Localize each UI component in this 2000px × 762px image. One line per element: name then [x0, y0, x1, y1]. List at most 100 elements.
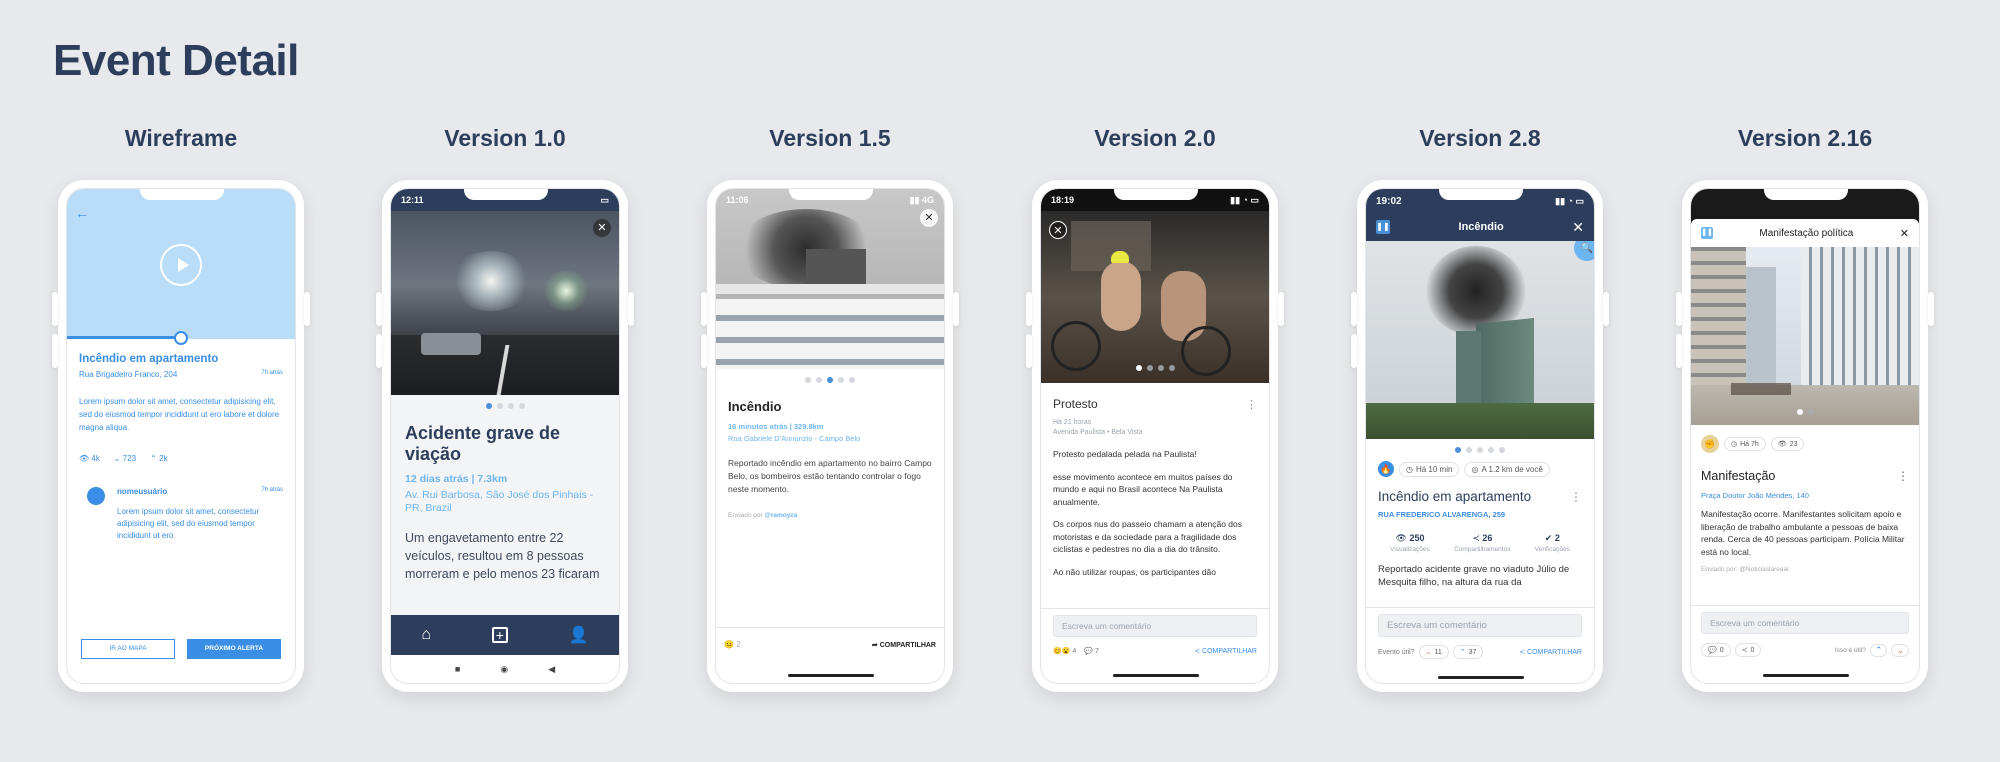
event-description: Lorem ipsum dolor sit amet, consectetur … — [79, 397, 280, 432]
phone-frame: ← Incêndio em apartamento Rua Brigadeiro… — [52, 180, 310, 692]
share-button[interactable]: ➦ COMPARTILHAR — [872, 641, 936, 649]
eye-icon: 👁 — [1395, 533, 1407, 543]
status-time: 12:11 — [401, 195, 424, 205]
event-address: Rua Gabriele D'Annunzio - Campo Belo — [728, 434, 861, 443]
more-vertical-icon[interactable]: ⋮ — [1897, 469, 1909, 483]
event-photo: ✕ — [1041, 211, 1269, 383]
time-badge: ◷ Há 10 min — [1399, 461, 1460, 477]
arrow-left-icon[interactable]: ← — [75, 205, 89, 221]
add-icon[interactable]: + — [491, 627, 508, 643]
reactions[interactable]: 😊😮 4 — [1053, 647, 1076, 655]
event-title: Incêndio — [728, 399, 782, 414]
column-version-1-5: Version 1.5 11:06 ▮▮ 4G ✕ Incêndio 16 min… — [701, 118, 959, 692]
signal-icon: ▮▮ 4G — [909, 194, 934, 205]
share-button[interactable]: ≺ COMPARTILHAR — [1194, 647, 1257, 655]
event-title: Acidente grave de viação — [405, 423, 561, 464]
recent-apps-icon[interactable]: ■ — [455, 664, 460, 674]
pause-icon[interactable]: ❚❚ — [1376, 220, 1390, 234]
views-badge: 👁 23 — [1770, 437, 1805, 451]
close-icon[interactable]: ✕ — [1900, 227, 1909, 240]
fire-icon: 🔥 — [1378, 461, 1394, 477]
column-title: Version 2.8 — [1419, 125, 1541, 151]
comment-input[interactable]: Escreva um comentário — [1378, 614, 1582, 637]
column-title: Version 2.0 — [1094, 125, 1216, 151]
close-icon[interactable]: ✕ — [1572, 219, 1584, 236]
event-photo: 🔍 — [1366, 241, 1594, 439]
sent-by: Enviado por: @Noticiaslareaal — [1701, 566, 1789, 573]
upvote-button[interactable]: ⌃ — [1869, 643, 1888, 657]
emoji-icon: 😊😮 — [1053, 648, 1071, 655]
comment-time: 7h atrás — [261, 487, 283, 493]
android-nav: ■ ◉ ◀ — [391, 655, 619, 683]
event-title: Manifestação — [1701, 469, 1776, 483]
clock-icon: ◷ — [1731, 441, 1738, 448]
close-icon[interactable]: ✕ — [920, 209, 938, 227]
close-icon[interactable]: ✕ — [1049, 221, 1067, 239]
zoom-icon[interactable]: 🔍 — [1574, 241, 1594, 261]
event-description: Protesto pedalada pelada na Paulista! es… — [1053, 449, 1242, 577]
play-icon[interactable] — [160, 244, 202, 286]
comment-icon: 💬 — [1084, 648, 1094, 655]
progress-handle[interactable] — [174, 331, 188, 345]
emoji-icon: 😐 — [724, 640, 734, 649]
more-vertical-icon[interactable]: ⋮ — [1570, 490, 1582, 504]
column-wireframe: Wireframe ← Incêndio em apartamento Rua … — [52, 118, 310, 692]
phone-frame: 19:02 ▮▮ ◔ ▭ ❚❚ Incêndio ✕ 🔍 🔥 ◷ Há 10 min — [1351, 180, 1609, 692]
comment-icon: 💬 — [1708, 647, 1717, 654]
column-title: Wireframe — [124, 125, 238, 151]
home-circle-icon[interactable]: ◉ — [500, 664, 508, 675]
comment-input[interactable]: Escreva um comentário — [1053, 615, 1257, 637]
more-vertical-icon[interactable]: ⋮ — [1246, 398, 1257, 411]
pause-icon[interactable]: ❚❚ — [1701, 227, 1713, 239]
chevron-down-icon: ⌄ — [1425, 649, 1432, 656]
upvote-button[interactable]: ⌃ 37 — [1452, 645, 1484, 659]
comment-input[interactable]: Escreva um comentário — [1701, 612, 1909, 634]
event-title: Protesto — [1053, 397, 1098, 411]
event-address: Rua Brigadeiro Franco, 204 — [79, 370, 178, 379]
back-triangle-icon[interactable]: ◀ — [548, 664, 555, 675]
wifi-icon: ▮▮ ◔ ▭ — [1555, 195, 1584, 206]
downvote-button[interactable]: ⌄ — [1891, 643, 1909, 657]
event-meta: 16 minutos atrás | 329.8km — [728, 422, 824, 431]
comments-button[interactable]: 💬 0 — [1701, 643, 1731, 657]
column-version-2-0: Version 2.0 18:19 ▮▮ ◔ ▭ ✕ Protesto ⋮ Há… — [1026, 118, 1284, 692]
event-description: Manifestação ocorre. Manifestantes solic… — [1701, 509, 1905, 557]
time-badge: ◷ Há 7h — [1724, 437, 1766, 451]
event-photo: 11:06 ▮▮ 4G ✕ — [716, 189, 944, 369]
share-button[interactable]: ≺ COMPARTILHAR — [1519, 648, 1582, 656]
event-address: Praça Doutor João Mendes, 140 — [1701, 491, 1809, 500]
comments-count[interactable]: 💬 7 — [1084, 647, 1099, 655]
home-icon[interactable]: ⌂ — [421, 626, 431, 644]
comment-user[interactable]: nomeusuário — [117, 487, 167, 496]
go-to-map-button[interactable]: IR AO MAPA — [81, 639, 175, 659]
target-icon: ◎ — [1471, 464, 1479, 474]
header-title: Manifestação política — [1759, 227, 1854, 239]
event-time: 7h atrás — [261, 370, 283, 376]
chevron-up-icon: ⌃ — [1459, 649, 1466, 656]
event-photo: ✕ — [391, 211, 619, 395]
downvote-button[interactable]: ⌄ 11 — [1418, 645, 1449, 659]
share-button[interactable]: ≺ 0 — [1734, 643, 1762, 657]
event-title: Incêndio em apartamento — [79, 353, 219, 365]
status-time: 19:02 — [1376, 195, 1402, 207]
event-address: Av. Rui Barbosa, São José dos Pinhais - … — [405, 489, 594, 514]
comment: nomeusuário 7h atrás Lorem ipsum dolor s… — [79, 487, 283, 542]
avatar — [87, 487, 105, 505]
chevron-up-icon: ⌃ — [150, 454, 157, 463]
profile-icon[interactable]: 👤 — [569, 625, 589, 645]
column-version-2-16: Version 2.16 ❚❚ Manifestação política ✕ — [1676, 118, 1934, 692]
next-alert-button[interactable]: PRÓXIMO ALERTA — [187, 639, 281, 659]
close-icon[interactable]: ✕ — [593, 219, 611, 237]
reactions[interactable]: 😐 2 — [724, 640, 741, 649]
eye-icon: 👁 — [79, 454, 90, 463]
event-description: Um engavetamento entre 22 veículos, resu… — [405, 531, 600, 581]
event-meta: 12 dias atrás | 7.3km — [405, 473, 508, 485]
share-icon: ≺ — [1519, 649, 1526, 656]
media-placeholder: ← — [67, 189, 295, 345]
share-icon: ≺ — [1194, 648, 1201, 655]
stats-row: 👁 250 Visualizações ≺ 26 Compartilhament… — [1390, 533, 1570, 553]
share-icon: ≺ — [1741, 647, 1748, 654]
column-title: Version 1.0 — [444, 125, 566, 151]
check-icon: ✔ — [1544, 533, 1553, 543]
column-version-2-8: Version 2.8 19:02 ▮▮ ◔ ▭ ❚❚ Incêndio ✕ 🔍 — [1351, 118, 1609, 692]
